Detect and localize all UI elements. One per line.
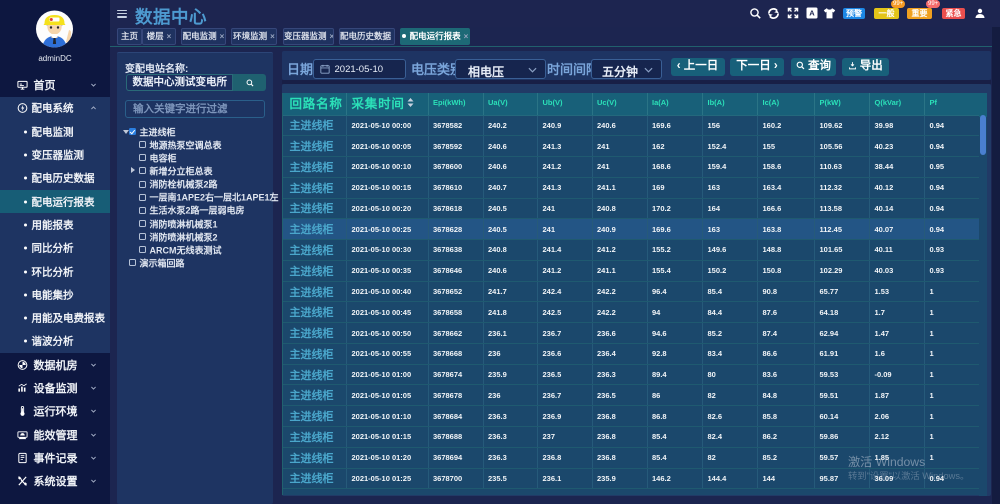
svg-text:A: A [809, 9, 815, 18]
